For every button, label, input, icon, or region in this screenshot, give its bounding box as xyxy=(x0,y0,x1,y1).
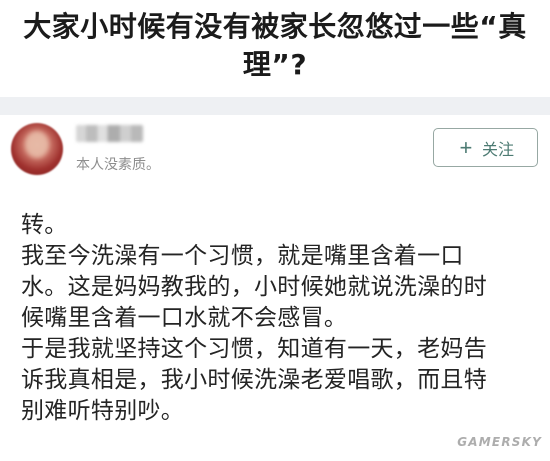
question-title: 大家小时候有没有被家长忽悠过一些“真 理”? xyxy=(0,8,550,84)
answer-line: 转。 xyxy=(21,212,68,238)
answer-line: 别难听特别吵。 xyxy=(21,398,185,424)
answer-body: 转。 我至今洗澡有一个习惯，就是嘴里含着一口 水。这是妈妈教我的，小时候她就说洗… xyxy=(21,210,535,427)
answer-line: 诉我真相是，我小时候洗澡老爱唱歌，而且特 xyxy=(21,367,487,393)
user-bio: 本人没素质。 xyxy=(76,157,160,173)
answer-line: 水。这是妈妈教我的，小时候她就说洗澡的时 xyxy=(21,274,487,300)
section-divider xyxy=(0,97,550,115)
answer-screenshot: 大家小时候有没有被家长忽悠过一些“真 理”? 本人没素质。 + 关注 转。 我至… xyxy=(0,0,550,461)
question-title-line: 大家小时候有没有被家长忽悠过一些“真 xyxy=(23,10,527,43)
answer-line: 于是我就坚持这个习惯，知道有一天，老妈告 xyxy=(21,336,487,362)
answer-line: 候嘴里含着一口水就不会感冒。 xyxy=(21,305,348,331)
question-header: 大家小时候有没有被家长忽悠过一些“真 理”? xyxy=(0,0,550,97)
follow-button[interactable]: + 关注 xyxy=(433,128,538,167)
answer-line: 我至今洗澡有一个习惯，就是嘴里含着一口 xyxy=(21,243,464,269)
plus-icon: + xyxy=(459,134,473,160)
gamersky-watermark: GAMERSKY xyxy=(457,435,542,449)
blurred-username[interactable] xyxy=(76,125,143,142)
avatar[interactable] xyxy=(11,123,63,175)
question-title-line: 理”? xyxy=(242,48,308,81)
follow-button-label: 关注 xyxy=(481,141,514,159)
blurred-avatar-face xyxy=(25,131,49,158)
answer-card: 本人没素质。 + 关注 转。 我至今洗澡有一个习惯，就是嘴里含着一口 水。这是妈… xyxy=(0,115,550,461)
